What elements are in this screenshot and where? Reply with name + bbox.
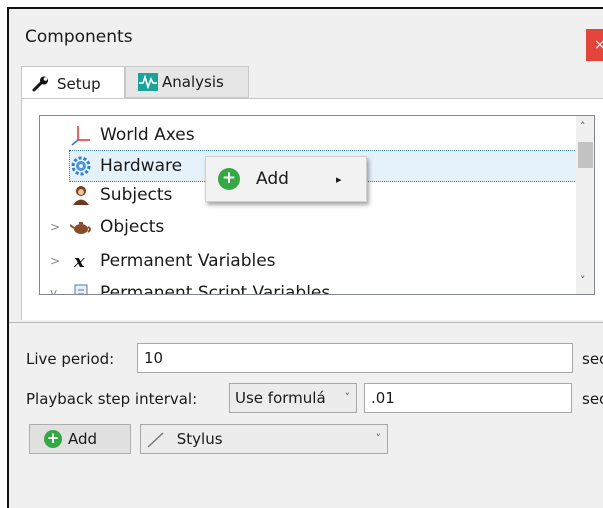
add-plus-icon: +: [44, 430, 62, 448]
scroll-thumb[interactable]: [578, 142, 593, 168]
gear-icon: [71, 156, 91, 176]
tab-analysis[interactable]: Analysis: [125, 66, 249, 98]
tree-item-permanent-script-variables[interactable]: v Permanent Script Variables: [50, 278, 331, 295]
playback-mode-select[interactable]: Use formulá ˅: [229, 383, 357, 413]
context-menu-add[interactable]: Add: [256, 169, 289, 189]
tree-item-subjects[interactable]: Subjects: [70, 180, 172, 210]
context-menu: + Add ▸: [205, 156, 367, 202]
tree-item-label: Permanent Script Variables: [100, 283, 331, 295]
chevron-down-icon: ˅: [344, 391, 351, 404]
live-period-label: Live period:: [26, 350, 115, 368]
tree-item-label: Objects: [100, 217, 165, 237]
add-plus-icon: +: [218, 168, 240, 190]
components-window: Components × Setup Analysis World Axes: [7, 7, 603, 508]
script-icon: [74, 284, 88, 294]
tree-item-label: Permanent Variables: [100, 251, 276, 271]
person-icon: [73, 186, 89, 205]
playback-step-unit: sec: [582, 390, 603, 408]
live-period-unit: sec: [582, 350, 603, 368]
playback-step-label: Playback step interval:: [26, 390, 198, 408]
scroll-up-icon[interactable]: ˄: [580, 120, 586, 133]
section-divider: [9, 322, 603, 323]
tree-item-world-axes[interactable]: World Axes: [70, 120, 195, 150]
variable-x-icon: x: [73, 251, 85, 272]
window-title: Components: [25, 27, 133, 47]
tree-scrollbar[interactable]: ˄ ˅: [576, 116, 594, 294]
svg-text:x: x: [73, 251, 85, 272]
scroll-down-icon[interactable]: ˅: [580, 274, 586, 287]
axes-icon: [71, 126, 90, 146]
expand-arrow[interactable]: >: [50, 254, 60, 268]
tree-item-label: Hardware: [100, 156, 183, 176]
tree-item-label: Subjects: [100, 185, 173, 205]
setup-panel: World Axes Hardware Subjects > Objects >…: [21, 98, 603, 320]
playback-step-input[interactable]: .01: [364, 383, 572, 413]
collapse-arrow[interactable]: v: [50, 286, 57, 294]
close-button[interactable]: ×: [586, 29, 603, 61]
tab-analysis-label: Analysis: [162, 73, 224, 91]
playback-mode-value: Use formulá: [235, 389, 326, 407]
teapot-icon: [70, 222, 91, 234]
tool-select[interactable]: Stylus ˅: [140, 424, 388, 454]
chevron-down-icon: ˅: [375, 432, 382, 445]
add-button[interactable]: + Add: [29, 424, 131, 454]
tab-setup-label: Setup: [57, 74, 101, 93]
submenu-arrow-icon: ▸: [336, 172, 342, 186]
tool-select-value: Stylus: [176, 430, 223, 448]
wrench-icon: [32, 76, 48, 91]
waveform-icon: [138, 73, 158, 91]
tree-item-label: World Axes: [100, 125, 195, 145]
live-period-input[interactable]: 10: [137, 343, 573, 373]
components-tree[interactable]: World Axes Hardware Subjects > Objects >…: [39, 115, 595, 295]
stylus-icon: [147, 431, 164, 448]
tree-item-permanent-variables[interactable]: > x Permanent Variables: [50, 246, 276, 276]
tree-item-objects[interactable]: > Objects: [50, 212, 165, 242]
expand-arrow[interactable]: >: [50, 220, 60, 234]
tab-setup[interactable]: Setup: [21, 66, 125, 100]
add-button-label: Add: [68, 430, 98, 448]
